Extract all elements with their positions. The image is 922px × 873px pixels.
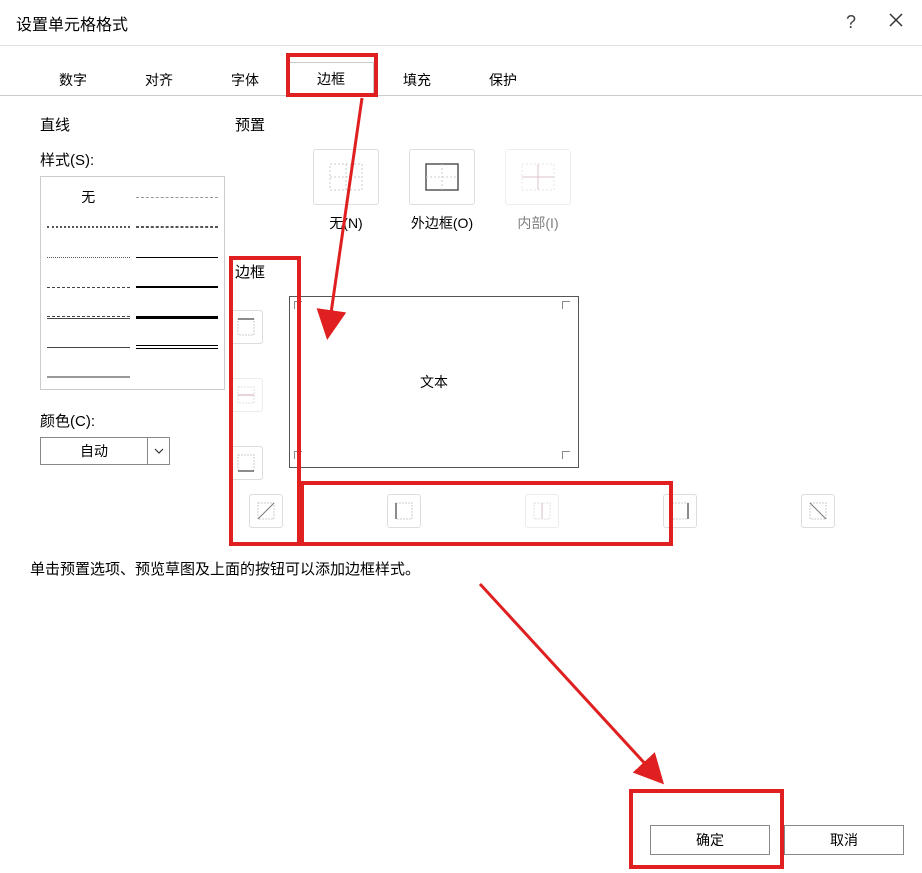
line-style-2[interactable] (47, 213, 130, 241)
tab-number[interactable]: 数字 (30, 63, 116, 96)
line-style-6[interactable] (47, 273, 130, 301)
annotation-arrow-2 (470, 576, 690, 796)
preset-none-label: 无(N) (313, 213, 379, 233)
border-diag-up-button[interactable] (249, 494, 283, 528)
border-middle-h-button[interactable] (229, 378, 263, 412)
line-style-picker: 无 (40, 176, 225, 390)
preset-outline[interactable]: 外边框(O) (409, 149, 475, 233)
preset-outline-icon (409, 149, 475, 205)
border-left-button[interactable] (387, 494, 421, 528)
line-style-12[interactable] (47, 363, 130, 391)
preset-outline-label: 外边框(O) (409, 213, 475, 233)
tab-font[interactable]: 字体 (202, 63, 288, 96)
line-section-label: 直线 (40, 114, 225, 135)
line-color-label: 颜色(C): (40, 410, 225, 431)
dialog-titlebar: 设置单元格格式 ? (0, 0, 922, 46)
line-style-1[interactable] (136, 183, 219, 211)
line-style-7[interactable] (136, 273, 219, 301)
dialog-title: 设置单元格格式 (16, 11, 846, 35)
line-style-none[interactable]: 无 (47, 183, 130, 211)
preset-none-icon (313, 149, 379, 205)
border-diag-down-button[interactable] (801, 494, 835, 528)
preset-section-label: 预置 (235, 114, 892, 135)
cancel-button[interactable]: 取消 (784, 825, 904, 855)
hint-text: 单击预置选项、预览草图及上面的按钮可以添加边框样式。 (30, 558, 922, 579)
border-middle-v-button[interactable] (525, 494, 559, 528)
preview-text: 文本 (420, 372, 448, 392)
tab-fill[interactable]: 填充 (374, 63, 460, 96)
chevron-down-icon (147, 438, 169, 464)
line-style-4[interactable] (47, 243, 130, 271)
preset-inside[interactable]: 内部(I) (505, 149, 571, 233)
line-style-9[interactable] (136, 303, 219, 331)
close-icon[interactable] (884, 12, 908, 33)
border-right-button[interactable] (663, 494, 697, 528)
help-icon[interactable]: ? (846, 12, 856, 33)
border-section-label: 边框 (235, 261, 892, 282)
line-style-10[interactable] (47, 333, 130, 361)
line-style-label: 样式(S): (40, 149, 225, 170)
line-color-select[interactable]: 自动 (40, 437, 170, 465)
line-color-value: 自动 (41, 441, 147, 461)
border-top-button[interactable] (229, 310, 263, 344)
preset-inside-icon (505, 149, 571, 205)
tab-row: 数字 对齐 字体 边框 填充 保护 (0, 60, 922, 96)
tab-align[interactable]: 对齐 (116, 63, 202, 96)
tab-border[interactable]: 边框 (288, 62, 374, 96)
border-bottom-button[interactable] (229, 446, 263, 480)
preset-inside-label: 内部(I) (505, 213, 571, 233)
line-style-5[interactable] (136, 243, 219, 271)
border-preview[interactable]: 文本 (289, 296, 579, 468)
tab-protect[interactable]: 保护 (460, 63, 546, 96)
preset-none[interactable]: 无(N) (313, 149, 379, 233)
line-style-11[interactable] (136, 333, 219, 361)
ok-button[interactable]: 确定 (650, 825, 770, 855)
line-style-3[interactable] (136, 213, 219, 241)
line-style-8[interactable] (47, 303, 130, 331)
